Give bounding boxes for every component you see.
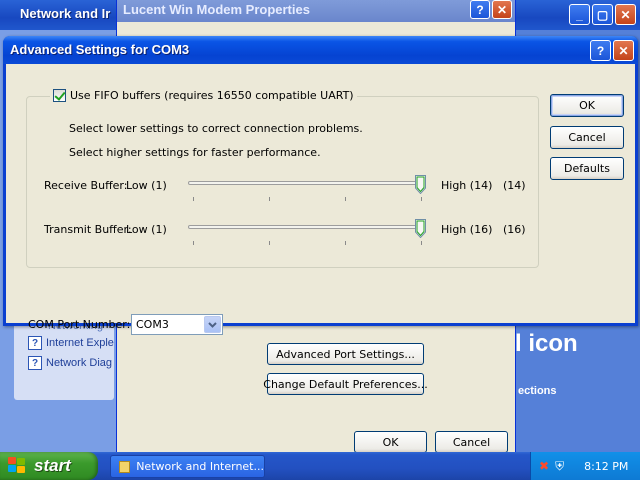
fifo-checkbox[interactable] [53,89,66,102]
sidebar-link-network-diagnostics[interactable]: ? Network Diag [28,356,112,370]
slider-thumb[interactable] [415,219,426,239]
dialog-body: Use FIFO buffers (requires 16550 compati… [6,64,635,335]
close-icon[interactable]: ✕ [615,4,636,25]
slider-track [188,225,426,229]
cancel-button[interactable]: Cancel [550,126,624,149]
clock[interactable]: 8:12 PM [584,460,628,473]
taskbar: start Network and Internet... ✖ ⛨ 8:12 P… [0,452,640,480]
system-tray: ✖ ⛨ 8:12 PM [530,452,640,480]
slider-track [188,181,426,185]
slider-thumb[interactable] [415,175,426,195]
advanced-port-settings-button[interactable]: Advanced Port Settings... [267,343,424,365]
slider-tick [193,197,194,201]
com-port-value: COM3 [136,318,169,331]
modem-ok-button[interactable]: OK [354,431,427,453]
sidebar-link-label: Network Diag [46,357,113,369]
ok-button[interactable]: OK [550,94,624,117]
modem-properties-titlebar[interactable]: Lucent Win Modem Properties ? ✕ [117,0,515,22]
receive-high-label: High (14) [441,179,493,192]
transmit-high-label: High (16) [441,223,493,236]
transmit-buffer-slider[interactable] [188,219,432,249]
com-port-select[interactable]: COM3 [131,314,223,335]
start-label: start [34,456,71,475]
slider-tick [269,241,270,245]
modem-properties-title: Lucent Win Modem Properties [123,2,310,17]
help-icon[interactable]: ? [470,0,490,19]
transmit-value: (16) [503,223,526,236]
slider-tick [421,241,422,245]
fifo-label: Use FIFO buffers (requires 16550 compati… [70,89,354,102]
security-shield-icon[interactable]: ⛨ [555,459,564,474]
receive-value: (14) [503,179,526,192]
minimize-icon[interactable]: _ [569,4,590,25]
receive-low-label: Low (1) [126,179,167,192]
network-error-icon[interactable]: ✖ [539,459,549,473]
fifo-checkbox-row[interactable]: Use FIFO buffers (requires 16550 compati… [50,89,357,102]
windows-logo-icon [8,457,28,475]
slider-tick [421,197,422,201]
slider-tick [345,197,346,201]
receive-buffer-label: Receive Buffer: [44,179,128,192]
dialog-titlebar[interactable]: Advanced Settings for COM3 ? ✕ [3,36,638,64]
transmit-buffer-label: Transmit Buffer: [44,223,132,236]
help-icon: ? [28,356,42,370]
com-port-label: COM Port Number: [28,318,131,331]
change-default-preferences-button[interactable]: Change Default Preferences... [263,373,428,395]
modem-cancel-button[interactable]: Cancel [435,431,508,453]
control-panel-icon-heading: l icon [515,330,578,357]
start-button[interactable]: start [0,452,98,480]
dialog-title: Advanced Settings for COM3 [10,42,190,57]
defaults-button[interactable]: Defaults [550,157,624,180]
slider-tick [345,241,346,245]
receive-buffer-slider[interactable] [188,175,432,205]
control-panel-title: Network and Ir [20,6,111,21]
chevron-down-icon[interactable] [204,316,221,333]
maximize-icon[interactable]: ▢ [592,4,613,25]
taskbar-item-network[interactable]: Network and Internet... [110,455,265,478]
control-panel-icon-subheading[interactable]: ections [518,385,557,397]
transmit-low-label: Low (1) [126,223,167,236]
help-icon: ? [28,336,42,350]
help-icon[interactable]: ? [590,40,611,61]
hint-higher: Select higher settings for faster perfor… [69,146,321,159]
taskbar-item-label: Network and Internet... [136,460,264,473]
sidebar-link-internet-explorer[interactable]: ? Internet Exple [28,336,114,350]
sidebar-link-label: Internet Exple [46,337,114,349]
hint-lower: Select lower settings to correct connect… [69,122,363,135]
close-icon[interactable]: ✕ [492,0,512,19]
slider-tick [193,241,194,245]
slider-tick [269,197,270,201]
folder-icon [119,460,131,473]
advanced-settings-dialog: Advanced Settings for COM3 ? ✕ Use FIFO … [3,36,638,335]
close-icon[interactable]: ✕ [613,40,634,61]
